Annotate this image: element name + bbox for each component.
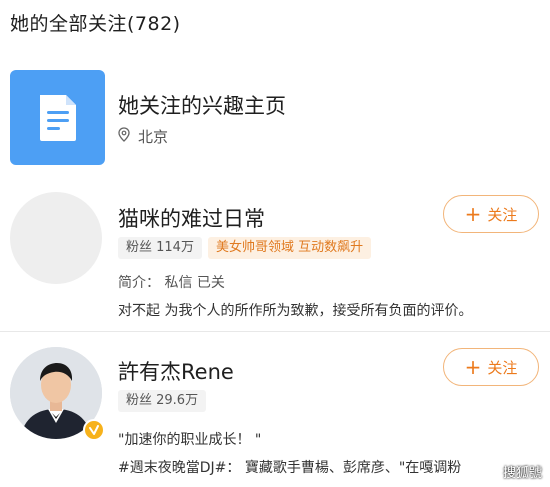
interest-page-title: 她关注的兴趣主页 [118, 94, 286, 118]
plus-icon: + [464, 355, 482, 379]
follow-label: 关注 [487, 205, 518, 224]
fans-badge: 粉丝 29.6万 [118, 390, 207, 412]
follow-button[interactable]: + 关注 [443, 195, 539, 233]
user-description: "加速你的职业成长！ " [118, 432, 262, 448]
plus-icon: + [464, 202, 482, 226]
honor-badge: 美女帅哥领域 互动数飙升 [207, 237, 372, 259]
user-tags: 粉丝 29.6万 [118, 390, 207, 412]
fans-badge: 粉丝 114万 [118, 237, 202, 259]
watermark: 搜狐號 [502, 466, 542, 481]
user-description-secondary: #週末夜晚當DJ#： 寶藏歌手曹楊、彭席彦、"在嘎调粉 [118, 460, 462, 476]
interest-page-row[interactable]: 她关注的兴趣主页 北京 [0, 62, 550, 172]
avatar[interactable] [10, 192, 102, 284]
page-title: 她的全部关注(782) [10, 13, 181, 35]
follow-button[interactable]: + 关注 [443, 348, 539, 386]
verified-icon [83, 419, 105, 441]
location-row: 北京 [118, 126, 168, 147]
location-label: 北京 [138, 128, 169, 146]
user-tags: 粉丝 114万 美女帅哥领域 互动数飙升 [118, 237, 372, 259]
location-pin-icon [118, 127, 130, 146]
user-description: 对不起 为我个人的所作所为致歉，接受所有负面的评价。 [118, 303, 473, 319]
user-intro: 简介： 私信 已关 [118, 275, 225, 291]
user-row[interactable]: 許有杰Rene + 关注 粉丝 29.6万 "加速你的职业成长！ " #週末夜晚… [0, 333, 550, 487]
user-row[interactable]: 猫咪的难过日常 + 关注 粉丝 114万 美女帅哥领域 互动数飙升 简介： 私信… [0, 180, 550, 330]
user-name[interactable]: 猫咪的难过日常 [118, 203, 265, 233]
user-name[interactable]: 許有杰Rene [118, 356, 234, 386]
follow-label: 关注 [487, 358, 518, 377]
divider [0, 331, 550, 332]
document-icon [10, 70, 105, 165]
